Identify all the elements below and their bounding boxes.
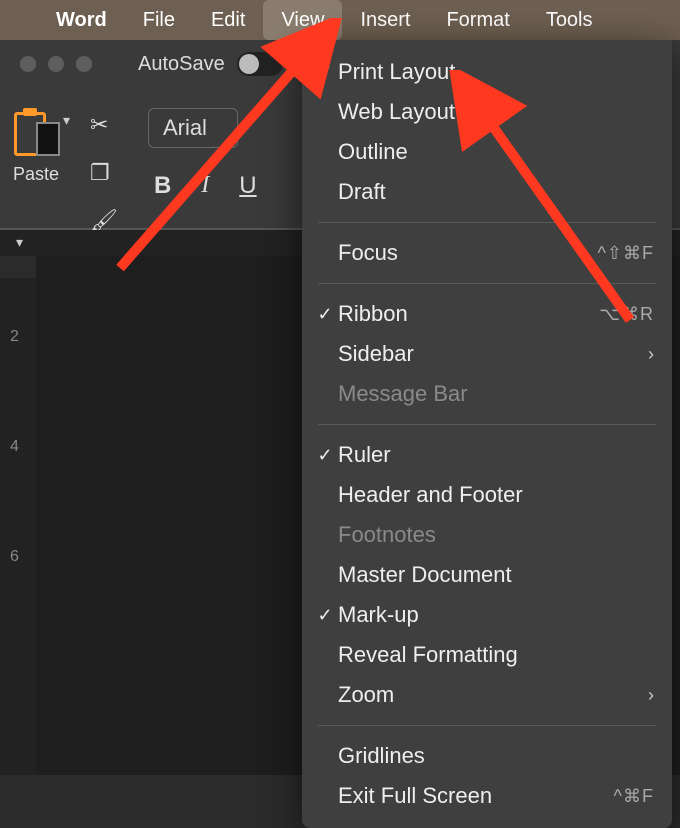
menu-item-master-document[interactable]: Master Document: [302, 555, 672, 595]
autosave-label: AutoSave: [138, 53, 225, 76]
menu-item-label: Web Layout: [338, 99, 654, 125]
menu-item-print-layout[interactable]: ✓Print Layout: [302, 52, 672, 92]
checkmark-icon: ✓: [312, 62, 338, 83]
chevron-right-icon: ›: [648, 344, 654, 365]
menu-item-outline[interactable]: Outline: [302, 132, 672, 172]
menu-item-exit-full-screen[interactable]: Exit Full Screen^⌘F: [302, 776, 672, 816]
menu-item-web-layout[interactable]: Web Layout: [302, 92, 672, 132]
menu-item-ribbon[interactable]: ✓Ribbon⌥⌘R: [302, 294, 672, 334]
menu-item-mark-up[interactable]: ✓Mark-up: [302, 595, 672, 635]
minimize-window-icon[interactable]: [48, 56, 64, 72]
menu-item-gridlines[interactable]: Gridlines: [302, 736, 672, 776]
menu-view[interactable]: View: [263, 0, 342, 40]
ruler-tick: 4: [10, 438, 19, 456]
ruler-tick: 6: [10, 548, 19, 566]
zoom-window-icon[interactable]: [76, 56, 92, 72]
checkmark-icon: ✓: [312, 304, 338, 325]
app-name[interactable]: Word: [38, 9, 125, 32]
menu-item-label: Ribbon: [338, 301, 599, 327]
autosave-toggle[interactable]: [237, 52, 283, 76]
chevron-down-icon[interactable]: ▾: [63, 112, 70, 129]
menu-item-label: Master Document: [338, 562, 654, 588]
bold-button[interactable]: B: [154, 172, 171, 200]
cut-icon[interactable]: ✂: [90, 112, 118, 138]
menu-item-draft[interactable]: Draft: [302, 172, 672, 212]
chevron-right-icon: ›: [648, 685, 654, 706]
keyboard-shortcut: ^⇧⌘F: [597, 243, 654, 264]
ruler-tick: 2: [10, 328, 19, 346]
font-name-select[interactable]: Arial: [148, 108, 238, 148]
checkmark-icon: ✓: [312, 445, 338, 466]
menu-item-label: Ruler: [338, 442, 654, 468]
menu-item-label: Gridlines: [338, 743, 654, 769]
menu-insert[interactable]: Insert: [342, 0, 428, 40]
menu-item-header-and-footer[interactable]: Header and Footer: [302, 475, 672, 515]
menu-item-focus[interactable]: Focus^⇧⌘F: [302, 233, 672, 273]
copy-icon[interactable]: ❐: [90, 160, 118, 186]
menu-item-label: Message Bar: [338, 381, 654, 407]
menu-separator: [318, 283, 656, 284]
menu-item-label: Mark-up: [338, 602, 654, 628]
vertical-ruler: 2 4 6: [0, 278, 36, 775]
keyboard-shortcut: ^⌘F: [614, 786, 654, 807]
close-window-icon[interactable]: [20, 56, 36, 72]
menu-item-reveal-formatting[interactable]: Reveal Formatting: [302, 635, 672, 675]
underline-button[interactable]: U: [239, 172, 256, 200]
paste-icon[interactable]: ▾: [12, 108, 60, 164]
menu-tools[interactable]: Tools: [528, 0, 611, 40]
menu-item-sidebar[interactable]: Sidebar›: [302, 334, 672, 374]
font-group: Arial B I U: [148, 108, 257, 200]
traffic-lights: [10, 56, 98, 72]
menu-format[interactable]: Format: [428, 0, 527, 40]
menu-item-label: Zoom: [338, 682, 648, 708]
menu-item-zoom[interactable]: Zoom›: [302, 675, 672, 715]
macos-menubar: Word File Edit View Insert Format Tools: [0, 0, 680, 40]
menu-item-label: Exit Full Screen: [338, 783, 614, 809]
menu-separator: [318, 222, 656, 223]
menu-separator: [318, 725, 656, 726]
menu-separator: [318, 424, 656, 425]
clipboard-tools: ✂ ❐ 🖌: [90, 108, 118, 234]
menu-item-label: Header and Footer: [338, 482, 654, 508]
menu-item-label: Focus: [338, 240, 597, 266]
paste-group: ▾ Paste: [12, 108, 60, 185]
menu-item-footnotes: Footnotes: [302, 515, 672, 555]
ruler-indent-icon[interactable]: ▾: [16, 234, 23, 251]
menu-item-label: Outline: [338, 139, 654, 165]
italic-button[interactable]: I: [201, 172, 209, 200]
checkmark-icon: ✓: [312, 605, 338, 626]
menu-item-label: Draft: [338, 179, 654, 205]
menu-item-label: Footnotes: [338, 522, 654, 548]
menu-edit[interactable]: Edit: [193, 0, 263, 40]
autosave-control: AutoSave: [138, 52, 283, 76]
view-menu-dropdown: ✓Print LayoutWeb LayoutOutlineDraftFocus…: [302, 40, 672, 828]
menu-item-ruler[interactable]: ✓Ruler: [302, 435, 672, 475]
menu-item-label: Print Layout: [338, 59, 654, 85]
menu-item-message-bar: Message Bar: [302, 374, 672, 414]
menu-item-label: Reveal Formatting: [338, 642, 654, 668]
menu-file[interactable]: File: [125, 0, 193, 40]
menu-item-label: Sidebar: [338, 341, 648, 367]
keyboard-shortcut: ⌥⌘R: [599, 304, 654, 325]
paste-label: Paste: [13, 164, 59, 185]
